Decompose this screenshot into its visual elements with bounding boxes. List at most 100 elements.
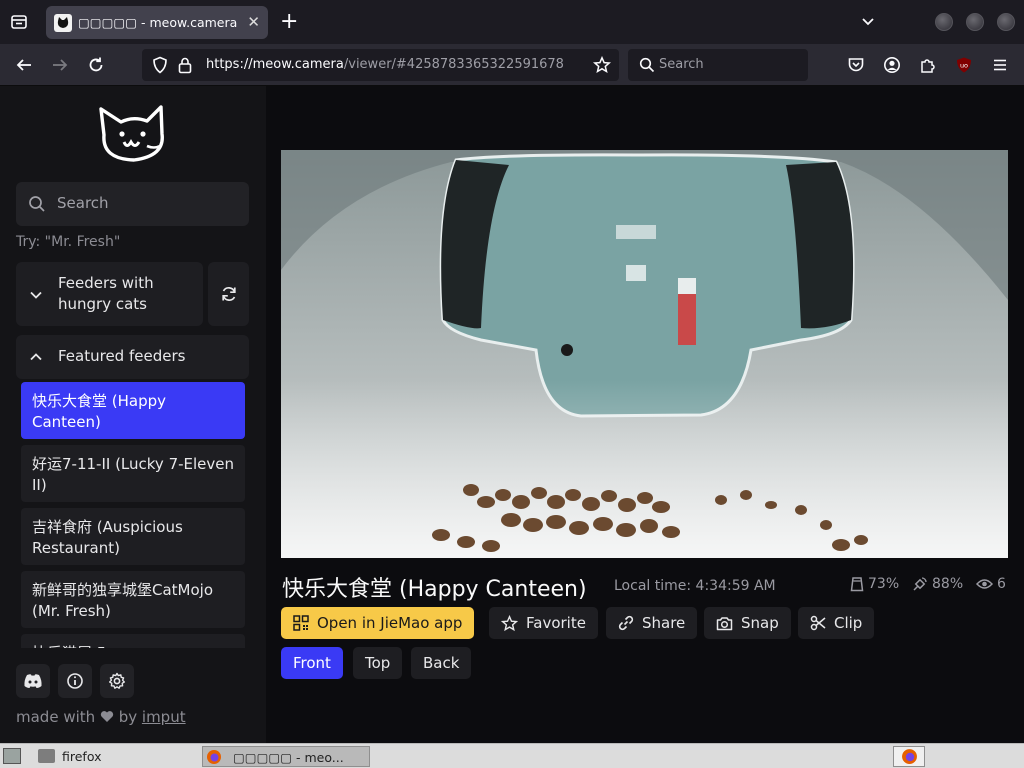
hamburger-menu-icon[interactable]: [990, 55, 1010, 75]
new-tab-icon[interactable]: +: [280, 11, 298, 33]
url-text[interactable]: https://meow.camera/viewer/#425878336532…: [206, 57, 564, 72]
taskbar-window-title: ▢▢▢▢▢ - meo...: [233, 750, 344, 765]
reload-icon[interactable]: [86, 55, 106, 75]
url-bar[interactable]: https://meow.camera/viewer/#425878336532…: [142, 49, 619, 81]
snap-button[interactable]: Snap: [704, 607, 791, 639]
star-icon: [501, 614, 518, 631]
back-view-button[interactable]: Back: [411, 647, 472, 679]
close-window-button[interactable]: [997, 13, 1015, 31]
firefox-view-icon[interactable]: [10, 13, 28, 31]
satellite-icon: [913, 577, 927, 591]
food-bag-icon: [850, 577, 864, 592]
account-icon[interactable]: [882, 55, 902, 75]
food-level-stat: 73%: [850, 576, 899, 592]
chevron-up-icon: [30, 353, 42, 361]
pocket-icon[interactable]: [846, 55, 866, 75]
folder-icon[interactable]: [38, 749, 55, 763]
top-view-label: Top: [365, 654, 391, 672]
camera-image: [281, 150, 1008, 558]
firefox-icon: [902, 749, 917, 764]
active-tab[interactable]: ▢▢▢▢▢ - meow.camera ✕: [46, 6, 268, 39]
feeder-item-happy-canteen[interactable]: 快乐大食堂 (Happy Canteen): [21, 382, 245, 439]
meow-camera-favicon-icon: [54, 13, 72, 32]
settings-button[interactable]: [100, 664, 134, 698]
firefox-icon: [207, 750, 221, 764]
author-link[interactable]: imput: [142, 708, 186, 726]
qr-code-icon: [293, 615, 309, 631]
browser-tab-bar: ▢▢▢▢▢ - meow.camera ✕ +: [0, 0, 1024, 44]
made-with-text: made with: [16, 708, 96, 726]
search-hint: Try: "Mr. Fresh": [16, 234, 121, 250]
chevron-down-icon: [30, 291, 42, 299]
feeder-title: 快乐大食堂 (Happy Canteen): [282, 577, 587, 602]
scissors-icon: [810, 615, 826, 631]
viewer-count-value: 6: [997, 576, 1006, 592]
eye-icon: [976, 579, 993, 589]
hungry-feeders-label: Feeders with hungry cats: [58, 274, 154, 313]
meow-camera-logo[interactable]: [96, 102, 170, 168]
featured-feeders-label: Featured feeders: [58, 347, 186, 365]
by-text: by: [118, 708, 138, 726]
forward-arrow-icon[interactable]: [50, 55, 70, 75]
front-view-label: Front: [293, 654, 331, 672]
info-icon: [67, 673, 83, 689]
snap-label: Snap: [741, 614, 779, 632]
sidebar: Search Try: "Mr. Fresh" Feeders with hun…: [0, 86, 266, 743]
clip-label: Clip: [834, 614, 863, 632]
tracking-protection-shield-icon[interactable]: [150, 55, 170, 75]
back-arrow-icon[interactable]: [14, 55, 34, 75]
top-view-button[interactable]: Top: [353, 647, 403, 679]
info-button[interactable]: [58, 664, 92, 698]
favorite-label: Favorite: [526, 614, 586, 632]
share-label: Share: [642, 614, 686, 632]
heart-icon: [100, 711, 114, 722]
local-time: Local time: 4:34:59 AM: [614, 578, 776, 594]
feeder-item-partial[interactable]: 快乐猫屋 5: [21, 634, 245, 648]
discord-button[interactable]: [16, 664, 50, 698]
feeder-item-auspicious-restaurant[interactable]: 吉祥食府 (Auspicious Restaurant): [21, 508, 245, 565]
refresh-icon: [221, 287, 236, 301]
app-menu-icon[interactable]: [3, 748, 21, 764]
feeder-item-lucky-seven-eleven[interactable]: 好运7-11-II (Lucky 7-Eleven II): [21, 445, 245, 502]
signal-level-value: 88%: [932, 576, 964, 592]
url-path: /viewer/#4258783365322591678: [343, 57, 564, 72]
extensions-puzzle-icon[interactable]: [918, 55, 938, 75]
link-icon: [618, 615, 634, 631]
feeder-search-input[interactable]: Search: [16, 182, 249, 226]
tab-title: ▢▢▢▢▢ - meow.camera: [78, 15, 238, 30]
share-button[interactable]: Share: [606, 607, 698, 639]
bookmark-star-icon[interactable]: [592, 55, 612, 75]
signal-level-stat: 88%: [912, 576, 963, 592]
made-with-footer: made with by imput: [16, 708, 186, 726]
viewer-count-stat: 6: [976, 576, 1006, 592]
ublock-origin-icon[interactable]: uo: [954, 55, 974, 75]
back-view-label: Back: [423, 654, 460, 672]
close-tab-icon[interactable]: ✕: [247, 15, 260, 30]
browser-nav-bar: https://meow.camera/viewer/#425878336532…: [0, 44, 1024, 86]
gear-icon: [109, 672, 125, 689]
open-in-app-button[interactable]: Open in JieMao app: [281, 607, 475, 639]
os-taskbar: firefox ▢▢▢▢▢ - meo...: [0, 743, 1024, 768]
front-view-button[interactable]: Front: [281, 647, 343, 679]
taskbar-window-firefox[interactable]: ▢▢▢▢▢ - meo...: [202, 746, 370, 767]
search-icon: [637, 55, 657, 75]
maximize-window-button[interactable]: [966, 13, 984, 31]
refresh-button[interactable]: [208, 262, 249, 326]
tray-firefox-button[interactable]: [893, 746, 925, 767]
minimize-window-button[interactable]: [935, 13, 953, 31]
featured-feeders-toggle[interactable]: Featured feeders: [16, 335, 249, 379]
chevron-down-icon[interactable]: [860, 13, 876, 29]
hungry-feeders-toggle[interactable]: Feeders with hungry cats: [16, 262, 203, 326]
search-placeholder: Search: [57, 194, 109, 212]
lock-icon[interactable]: [175, 55, 195, 75]
search-bar[interactable]: Search: [628, 49, 808, 81]
search-bar-placeholder: Search: [659, 57, 704, 72]
favorite-button[interactable]: Favorite: [489, 607, 598, 639]
clip-button[interactable]: Clip: [798, 607, 875, 639]
feeder-list: 快乐大食堂 (Happy Canteen) 好运7-11-II (Lucky 7…: [16, 382, 249, 648]
camera-icon: [716, 616, 733, 630]
firefox-launcher-label[interactable]: firefox: [62, 749, 102, 764]
feeder-item-mr-fresh[interactable]: 新鲜哥的独享城堡CatMojo (Mr. Fresh): [21, 571, 245, 628]
discord-icon: [24, 674, 42, 688]
camera-feed[interactable]: [281, 150, 1008, 558]
